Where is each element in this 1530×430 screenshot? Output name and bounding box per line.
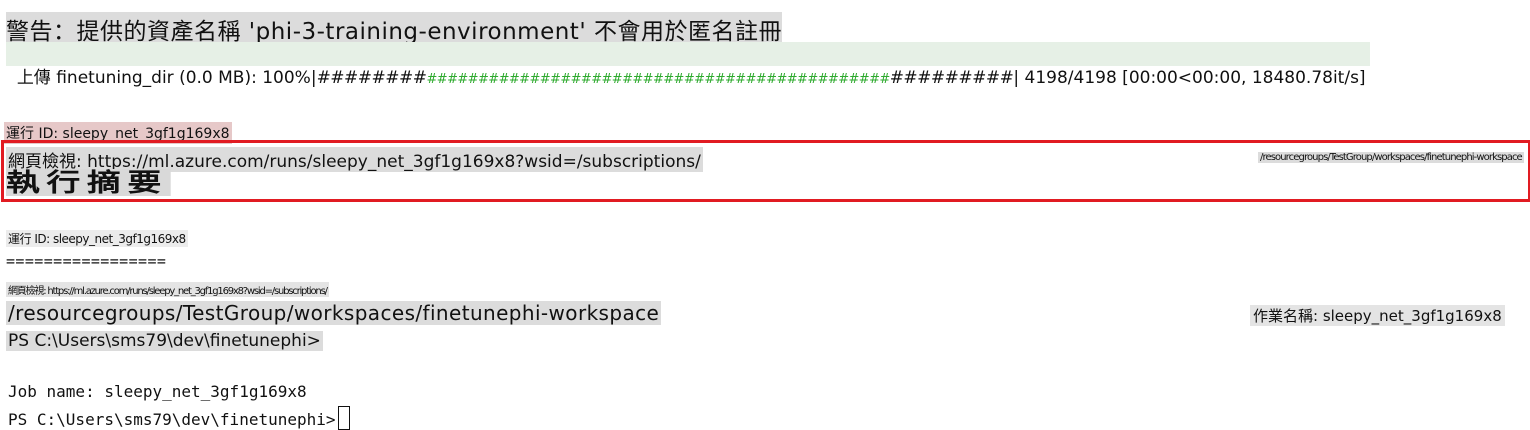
run-id-summary: 運行 ID: sleepy_net_3gf1g169x8 (6, 230, 188, 247)
separator-line: ================= (6, 252, 167, 270)
execution-summary-heading: 執行摘要 (6, 169, 171, 196)
upload-prefix: 上傳 finetuning_dir (0.0 MB): 100%| (16, 68, 317, 88)
warning-message: 警告：提供的資產名稱 'phi-3-training-environment' … (6, 12, 782, 46)
upload-progress-line: 上傳 finetuning_dir (0.0 MB): 100%|#######… (6, 42, 1370, 88)
job-name-english: Job name: sleepy_net_3gf1g169x8 (8, 382, 307, 401)
shell-prompt-1: PS C:\Users\sms79\dev\finetunephi> (6, 331, 323, 351)
resource-path-small: /resourcegroups/TestGroup/workspaces/fin… (1258, 152, 1524, 163)
shell-prompt-2[interactable]: PS C:\Users\sms79\dev\finetunephi> (8, 406, 350, 430)
progress-bar-left: ######## (316, 68, 427, 88)
progress-bar-right: ######### (889, 68, 1014, 88)
progress-bar-fill: ########################################… (426, 72, 891, 87)
text-cursor (337, 406, 350, 430)
upload-stats: | 4198/4198 [00:00<00:00, 18480.78it/s] (1013, 68, 1366, 88)
shell-prompt-text: PS C:\Users\sms79\dev\finetunephi> (8, 410, 336, 429)
resource-path-large: /resourcegroups/TestGroup/workspaces/fin… (6, 301, 662, 325)
job-name-chinese: 作業名稱: sleepy_net_3gf1g169x8 (1250, 305, 1505, 326)
web-view-url-summary[interactable]: 網頁檢視: https://ml.azure.com/runs/sleepy_n… (6, 282, 329, 297)
